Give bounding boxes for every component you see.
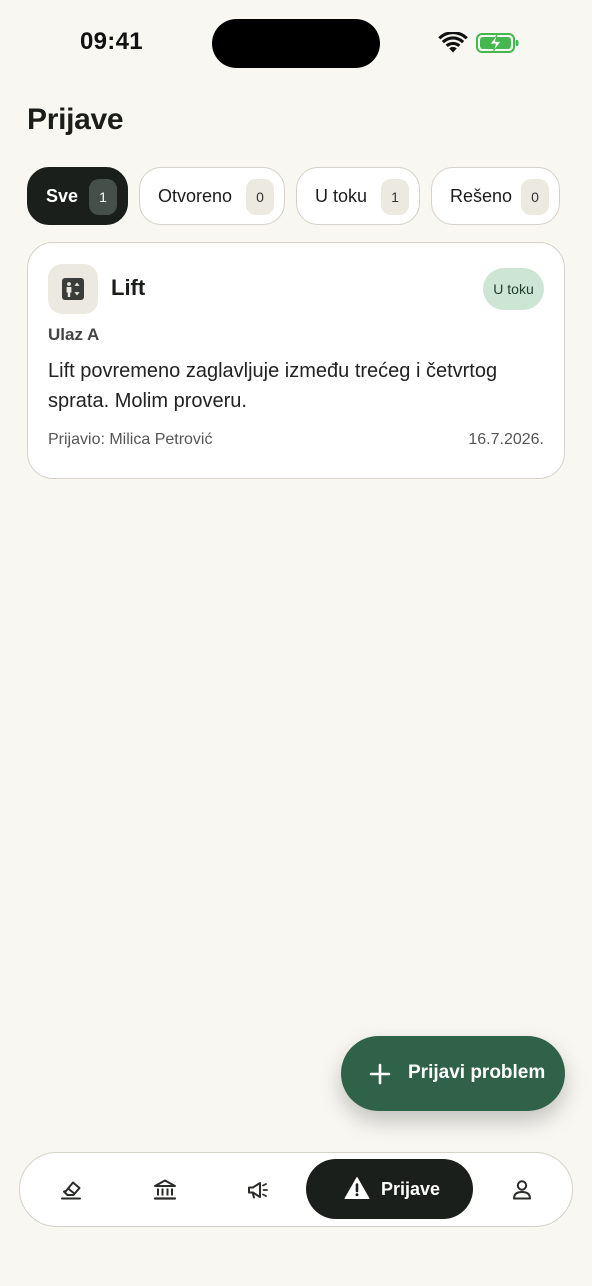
- report-problem-label: Prijavi problem: [408, 1062, 546, 1083]
- report-card[interactable]: Lift U toku Ulaz A Lift povremeno zaglav…: [27, 242, 565, 479]
- filter-chip-sve[interactable]: Sve 1: [27, 167, 128, 225]
- nav-item-announcements[interactable]: [233, 1165, 283, 1215]
- bank-icon: [153, 1179, 177, 1200]
- nav-item-prijave[interactable]: Prijave: [306, 1159, 473, 1219]
- nav-item-profile[interactable]: [497, 1165, 547, 1215]
- nav-item-building[interactable]: [140, 1165, 190, 1215]
- report-description: Lift povremeno zaglavljuje između trećeg…: [48, 360, 498, 412]
- status-badge: U toku: [483, 268, 544, 310]
- elevator-icon: [48, 264, 98, 314]
- filter-chip-label: Otvoreno: [158, 185, 233, 206]
- wifi-icon: [438, 32, 468, 53]
- battery-charging-icon: [476, 33, 519, 53]
- report-date: 16.7.2026.: [468, 431, 544, 448]
- eraser-icon: [61, 1181, 81, 1200]
- filter-chip-label: Sve: [46, 185, 79, 206]
- status-time: 09:41: [80, 28, 143, 55]
- filter-chip-otvoreno[interactable]: Otvoreno 0: [139, 167, 285, 225]
- nav-item-eraser[interactable]: [46, 1165, 96, 1215]
- status-bar: 09:41: [0, 0, 592, 88]
- filter-chip-count: 0: [521, 179, 549, 215]
- filter-chip-label: Rešeno: [450, 185, 513, 206]
- alert-triangle-icon: [344, 1177, 370, 1199]
- report-location: Ulaz A: [48, 325, 100, 344]
- filter-chip-u-toku[interactable]: U toku 1: [296, 167, 420, 225]
- nav-item-label: Prijave: [381, 1179, 441, 1199]
- bottom-nav: Prijave: [19, 1152, 573, 1227]
- megaphone-icon: [248, 1182, 268, 1199]
- filter-chip-count: 1: [89, 179, 117, 215]
- page-title: Prijave: [27, 103, 124, 136]
- filter-chip-reseno[interactable]: Rešeno 0: [431, 167, 560, 225]
- report-title: Lift: [111, 275, 146, 300]
- report-reporter: Prijavio: Milica Petrović: [48, 431, 213, 448]
- report-problem-button[interactable]: Prijavi problem: [341, 1036, 565, 1111]
- filter-chip-label: U toku: [315, 185, 368, 206]
- plus-icon: [369, 1063, 391, 1085]
- filter-chip-count: 1: [381, 179, 409, 215]
- person-icon: [513, 1180, 531, 1200]
- filter-chip-count: 0: [246, 179, 274, 215]
- dynamic-island: [212, 19, 380, 68]
